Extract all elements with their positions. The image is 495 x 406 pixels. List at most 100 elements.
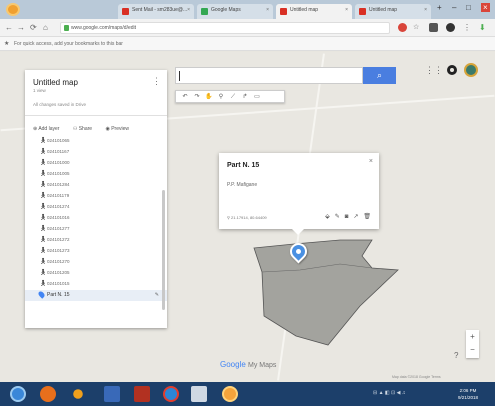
list-item-label: Part N. 15 (47, 292, 70, 298)
extension-icon[interactable] (429, 23, 438, 32)
popup-description: P.P. Mafigane (227, 182, 258, 188)
menu-icon[interactable]: ⋮ (463, 23, 471, 32)
list-item[interactable]: 🚶︎ 024101272 (25, 235, 167, 246)
tab-label: Untitled map (290, 7, 319, 13)
clock-time: 2:06 PM (459, 388, 477, 393)
panel-scrollbar[interactable] (162, 190, 165, 310)
app-icon[interactable] (73, 389, 83, 399)
help-icon[interactable]: ? (454, 351, 458, 360)
map-views-count: 1 view (33, 88, 46, 93)
close-tab-icon[interactable]: × (187, 7, 190, 13)
list-item[interactable]: 🚶︎ 024101167 (25, 147, 167, 158)
list-item[interactable]: 🚶︎ 024101284 (25, 180, 167, 191)
reload-icon[interactable]: ⟳ (30, 23, 37, 32)
new-tab-icon[interactable]: + (437, 3, 442, 12)
ruler-icon[interactable]: ▭ (251, 93, 263, 100)
list-item[interactable]: 🚶︎ 024101205 (25, 268, 167, 279)
bookmark-star-icon[interactable]: ☆ (413, 23, 419, 31)
close-tab-icon[interactable]: × (424, 7, 427, 13)
bookmarks-bar: ★ For quick access, add your bookmarks t… (0, 37, 495, 51)
delete-icon[interactable]: 🗑︎ (363, 214, 371, 220)
home-icon[interactable]: ⌂ (43, 23, 48, 32)
marker-dot (294, 247, 303, 256)
apps-grid-icon[interactable]: ⋮⋮ (425, 65, 443, 76)
undo-icon[interactable]: ↶ (179, 93, 191, 100)
hand-icon[interactable]: ✋ (203, 93, 215, 100)
edit-icon[interactable]: ✎ (335, 214, 340, 220)
list-item[interactable]: 🚶︎ 024101277 (25, 224, 167, 235)
add-layer-label: Add layer (38, 126, 60, 132)
coordinates-text: 21.17914, 80.64409 (231, 215, 267, 220)
firefox-icon[interactable] (40, 386, 56, 402)
search-button[interactable]: ⌕ (363, 67, 396, 84)
back-icon[interactable]: ← (5, 23, 13, 32)
list-item[interactable]: 🚶︎ 024101274 (25, 202, 167, 213)
map-title[interactable]: Untitled map (33, 78, 78, 87)
directions-icon[interactable]: ↱ (239, 93, 251, 100)
tab-untitled-map-1[interactable]: Untitled map × (276, 4, 352, 19)
list-item[interactable]: 🚶︎ 024101016 (25, 213, 167, 224)
list-item-label: 024101016 (47, 215, 70, 220)
camera-icon[interactable]: ◙ (345, 214, 349, 220)
list-item[interactable]: 🚶︎ 024101273 (25, 246, 167, 257)
start-button-icon[interactable] (10, 386, 26, 402)
list-item[interactable]: 🚶︎ 024101000 (25, 158, 167, 169)
close-tab-icon[interactable]: × (266, 7, 269, 13)
map-footer: Map data ©2018 Google Terms (392, 375, 441, 379)
tab-untitled-map-2[interactable]: Untitled map × (355, 4, 431, 19)
address-text: www.google.com/maps/d/edit (71, 25, 137, 31)
list-item[interactable]: 🚶︎ 024101065 (25, 136, 167, 147)
zoom-in-button[interactable]: + (466, 330, 479, 343)
list-item-label: 024101179 (47, 193, 70, 198)
forward-icon[interactable]: → (17, 23, 25, 32)
list-item[interactable]: 🚶︎ 024101179 (25, 191, 167, 202)
popup-title: Part N. 15 (227, 162, 260, 169)
extension-icon[interactable] (446, 23, 455, 32)
list-item[interactable]: 🚶︎ 024101270 (25, 257, 167, 268)
search-input[interactable] (175, 67, 363, 84)
tab-google-maps[interactable]: Google Maps × (197, 4, 273, 19)
preview-label: Preview (111, 126, 129, 132)
popup-coordinates: ⚲ 21.17914, 80.64409 (227, 215, 267, 220)
windows-explorer-icon[interactable] (104, 386, 120, 402)
minimize-icon[interactable]: – (452, 3, 456, 12)
tab-gmail[interactable]: Sent Mail - sm283ue@... × (118, 4, 194, 19)
close-tab-icon[interactable]: × (345, 7, 348, 13)
directions-icon[interactable]: ↗ (353, 214, 358, 220)
chrome-icon[interactable] (163, 386, 179, 402)
close-icon[interactable]: × (369, 158, 373, 165)
add-marker-icon[interactable]: ⚲ (215, 93, 227, 100)
address-bar[interactable]: www.google.com/maps/d/edit (60, 22, 390, 34)
avatar[interactable] (464, 63, 478, 77)
acrobat-icon[interactable] (134, 386, 150, 402)
add-layer-button[interactable]: ⊕ Add layer (33, 126, 65, 132)
zoom-out-button[interactable]: − (466, 343, 479, 356)
zoom-control: + − (466, 330, 479, 358)
file-icon[interactable] (191, 386, 207, 402)
style-icon[interactable]: ⬙ (325, 214, 330, 220)
maximize-icon[interactable]: □ (466, 3, 471, 12)
list-item-selected[interactable]: Part N. 15 ✎ (25, 290, 167, 301)
parcel-polygon[interactable] (253, 239, 399, 346)
bookmark-star-icon: ★ (4, 41, 10, 47)
edit-style-icon[interactable]: ✎ (155, 292, 159, 298)
list-item[interactable]: 🚶︎ 024101005 (25, 169, 167, 180)
download-icon[interactable]: ⬇ (479, 23, 486, 32)
system-clock[interactable]: 2:06 PM 9/21/2018 (448, 387, 488, 401)
extension-icon[interactable] (398, 23, 407, 32)
my-maps-text: My Maps (248, 362, 277, 369)
preview-button[interactable]: ◉ Preview (105, 126, 135, 132)
list-item[interactable]: 🚶︎ 024101015 (25, 279, 167, 290)
share-button[interactable]: ⚇ Share (73, 126, 98, 132)
more-options-icon[interactable]: ⋮ (152, 76, 161, 87)
divider (25, 115, 167, 116)
map-layers-panel: Untitled map 1 view All changes saved in… (25, 70, 167, 328)
active-app-icon[interactable] (222, 386, 238, 402)
popup-pointer (292, 229, 304, 235)
clock-date: 9/21/2018 (457, 395, 479, 400)
draw-line-icon[interactable]: ⟋ (227, 94, 239, 101)
close-window-icon[interactable]: × (481, 3, 490, 12)
settings-icon[interactable] (447, 65, 457, 75)
redo-icon[interactable]: ↷ (191, 93, 203, 100)
system-tray: ⊟ ▲ ◧ ⊡ ◀ ♫ (373, 390, 406, 396)
